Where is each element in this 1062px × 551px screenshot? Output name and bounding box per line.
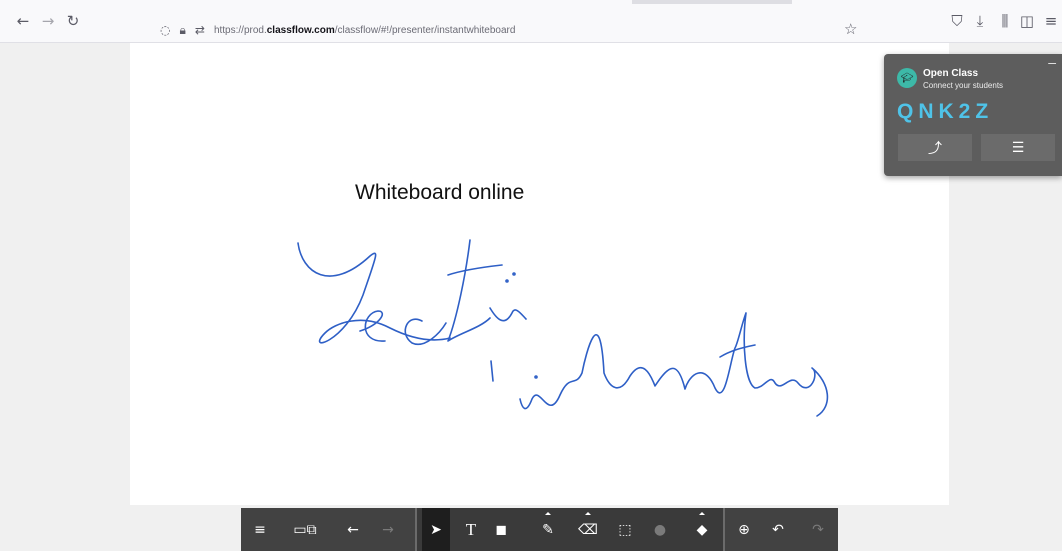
browser-toolbar: ← → ↻ ◌ 🔒︎ ⇄ https://prod. classflow.com /… [0,0,1062,43]
menu-icon[interactable]: ≡ [247,508,273,551]
next-page-icon[interactable]: → [375,508,401,551]
zoom-icon[interactable]: ⊕ [731,508,757,551]
pocket-icon[interactable]: ⛉ [948,12,966,30]
menu-icon[interactable]: ≡ [1042,12,1060,30]
drawing-toolbar: ➤ T ◼ ✎ ⌫ ⬚ ● ◆ [417,508,723,551]
handwriting-ink [297,239,829,417]
class-list-button[interactable]: ☰ [981,134,1055,161]
eraser-icon[interactable]: ⬚ [612,508,638,551]
url-bar[interactable]: ◌ 🔒︎ ⇄ https://prod. classflow.com/classf… [160,18,870,42]
forward-icon[interactable]: → [39,12,57,30]
pen-options-caret[interactable] [545,512,551,515]
pen-icon[interactable]: ✎ [535,508,561,551]
permissions-icon[interactable]: ⇄ [195,23,205,37]
shapes-icon[interactable]: ◼ [488,508,514,551]
library-icon[interactable]: ⫼ [996,12,1014,30]
url-host: classflow.com [266,24,335,36]
redo-icon[interactable]: ↷ [805,508,831,551]
open-class-panel: – 🎓︎ Open Class Connect your students QN… [884,54,1062,176]
highlighter-icon[interactable]: ⌫ [575,508,601,551]
open-class-title: Open Class [923,68,979,79]
undo-icon[interactable]: ↶ [765,508,791,551]
sidebar-icon[interactable]: ◫ [1018,12,1036,30]
fill-options-caret[interactable] [699,512,705,515]
share-icon: ⤴ [928,140,942,157]
whiteboard-canvas[interactable]: Whiteboard online [130,43,949,505]
highlighter-options-caret[interactable] [585,512,591,515]
bookmark-star-icon[interactable]: ☆ [844,20,857,38]
url-path: /classflow/#!/presenter/instantwhiteboar… [334,24,516,36]
open-class-subtitle: Connect your students [923,81,1004,90]
shield-icon[interactable]: ◌ [160,23,170,37]
url-prefix: https://prod. [213,24,267,36]
fill-icon[interactable]: ◆ [689,508,715,551]
add-page-icon[interactable]: ▭⧉ [286,508,324,551]
class-code: QNK2Z [897,100,994,123]
stamp-icon[interactable]: ● [647,508,673,551]
back-icon[interactable]: ← [14,12,32,30]
checklist-icon: ☰ [1011,139,1025,156]
navigation-toolbar: ≡ ▭⧉ ← → [241,508,415,551]
tab-strip [632,0,792,4]
downloads-icon[interactable]: ⤓ [971,12,989,30]
share-button[interactable]: ⤴ [898,134,972,161]
reload-icon[interactable]: ↻ [64,12,82,30]
minimize-button[interactable]: – [1048,54,1056,70]
graduation-cap-icon: 🎓︎ [897,68,917,88]
previous-page-icon[interactable]: ← [340,508,366,551]
lock-icon[interactable]: 🔒︎ [179,23,185,38]
text-icon[interactable]: T [458,508,484,551]
select-icon[interactable]: ➤ [422,508,450,551]
view-toolbar: ⊕ ↶ ↷ [725,508,838,551]
